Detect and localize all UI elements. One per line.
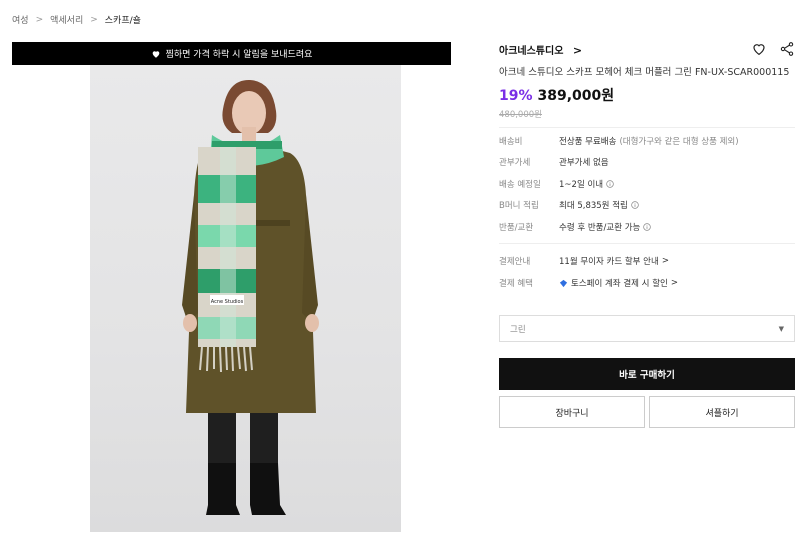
- info-label: 배송 예정일: [499, 180, 541, 190]
- tosspay-link[interactable]: 토스페이 계좌 결제 시 할인 >: [559, 277, 678, 289]
- banner-text: 찜하면 가격 하락 시 알림을 보내드려요: [165, 50, 313, 60]
- payment-guide-row: 결제안내 11월 무이자 카드 할부 안내 >: [499, 255, 669, 267]
- shipping-value: 전상품 무료배송: [559, 137, 617, 147]
- brand-actions: [751, 41, 795, 57]
- shuffle-button[interactable]: 셔플하기: [649, 396, 795, 428]
- product-name: 아크네 스튜디오 스카프 모헤어 체크 머플러 그린 FN-UX-SCAR000…: [499, 67, 790, 78]
- info-customs: 관부가세 관부가세 없음: [499, 156, 609, 168]
- info-icon[interactable]: [643, 223, 652, 231]
- payment-benefit-row: 결제 혜택 토스페이 계좌 결제 시 할인 >: [499, 277, 678, 289]
- model-illustration: Acne Studios: [182, 79, 319, 515]
- option-selected-value: 그린: [510, 324, 526, 335]
- info-label: 결제 혜택: [499, 279, 533, 289]
- info-label: 반품/교환: [499, 223, 534, 233]
- info-return: 반품/교환 수령 후 반품/교환 가능: [499, 221, 652, 233]
- heart-filled-icon: [152, 50, 159, 58]
- info-value: 1~2일 이내: [559, 178, 614, 190]
- option-select[interactable]: 그린 ▼: [499, 315, 795, 342]
- product-image[interactable]: Acne Studios: [90, 65, 401, 532]
- return-value: 수령 후 반품/교환 가능: [559, 223, 641, 233]
- brand-link[interactable]: 아크네스튜디오 >: [499, 42, 582, 57]
- sale-price: 389,000원: [537, 88, 615, 104]
- info-label: 배송비: [499, 137, 523, 147]
- caret-down-icon: ▼: [778, 324, 784, 333]
- share-icon[interactable]: [779, 41, 795, 57]
- breadcrumb: 여성 > 액세서리 > 스카프/숄: [12, 13, 141, 27]
- info-points: B머니 적립 최대 5,835원 적립: [499, 199, 639, 211]
- chevron-right-icon: >: [35, 14, 44, 25]
- info-shipping: 배송비 전상품 무료배송 (대형가구와 같은 대형 상품 제외): [499, 135, 739, 147]
- heart-icon[interactable]: [751, 41, 767, 57]
- installment-text: 11월 무이자 카드 할부 안내: [559, 257, 659, 267]
- installment-link[interactable]: 11월 무이자 카드 할부 안내 >: [559, 255, 669, 267]
- chevron-right-icon: >: [572, 43, 583, 57]
- original-price: 480,000원: [499, 110, 542, 120]
- points-value: 최대 5,835원 적립: [559, 201, 628, 211]
- brand-name: 아크네스튜디오: [499, 45, 564, 57]
- info-icon[interactable]: [631, 201, 639, 209]
- info-label: 관부가세: [499, 158, 531, 168]
- chevron-right-icon: >: [661, 256, 669, 266]
- info-label: B머니 적립: [499, 201, 539, 211]
- tosspay-icon: [559, 279, 568, 287]
- divider: [499, 243, 795, 244]
- info-icon[interactable]: [606, 180, 614, 188]
- info-value: 최대 5,835원 적립: [559, 199, 639, 211]
- breadcrumb-item-women[interactable]: 여성: [12, 13, 29, 26]
- info-value: 전상품 무료배송 (대형가구와 같은 대형 상품 제외): [559, 135, 739, 147]
- svg-text:Acne Studios: Acne Studios: [211, 299, 244, 305]
- shipping-note: (대형가구와 같은 대형 상품 제외): [619, 137, 739, 147]
- info-label: 결제안내: [499, 257, 531, 267]
- brand-row: 아크네스튜디오 >: [499, 40, 795, 58]
- price-row: 19% 389,000원: [499, 85, 614, 105]
- delivery-value: 1~2일 이내: [559, 180, 604, 190]
- chevron-right-icon: >: [90, 14, 98, 25]
- tosspay-text: 토스페이 계좌 결제 시 할인: [571, 279, 668, 289]
- buy-now-button[interactable]: 바로 구매하기: [499, 358, 795, 390]
- info-value: 관부가세 없음: [559, 158, 609, 168]
- cart-button[interactable]: 장바구니: [499, 396, 645, 428]
- wishlist-alert-banner[interactable]: 찜하면 가격 하락 시 알림을 보내드려요: [12, 42, 451, 65]
- breadcrumb-item-scarf[interactable]: 스카프/숄: [105, 13, 141, 26]
- divider: [499, 127, 795, 128]
- info-delivery: 배송 예정일 1~2일 이내: [499, 178, 614, 190]
- info-value: 수령 후 반품/교환 가능: [559, 221, 652, 233]
- discount-rate: 19%: [499, 88, 533, 104]
- chevron-right-icon: >: [670, 278, 678, 288]
- breadcrumb-item-accessories[interactable]: 액세서리: [50, 13, 83, 26]
